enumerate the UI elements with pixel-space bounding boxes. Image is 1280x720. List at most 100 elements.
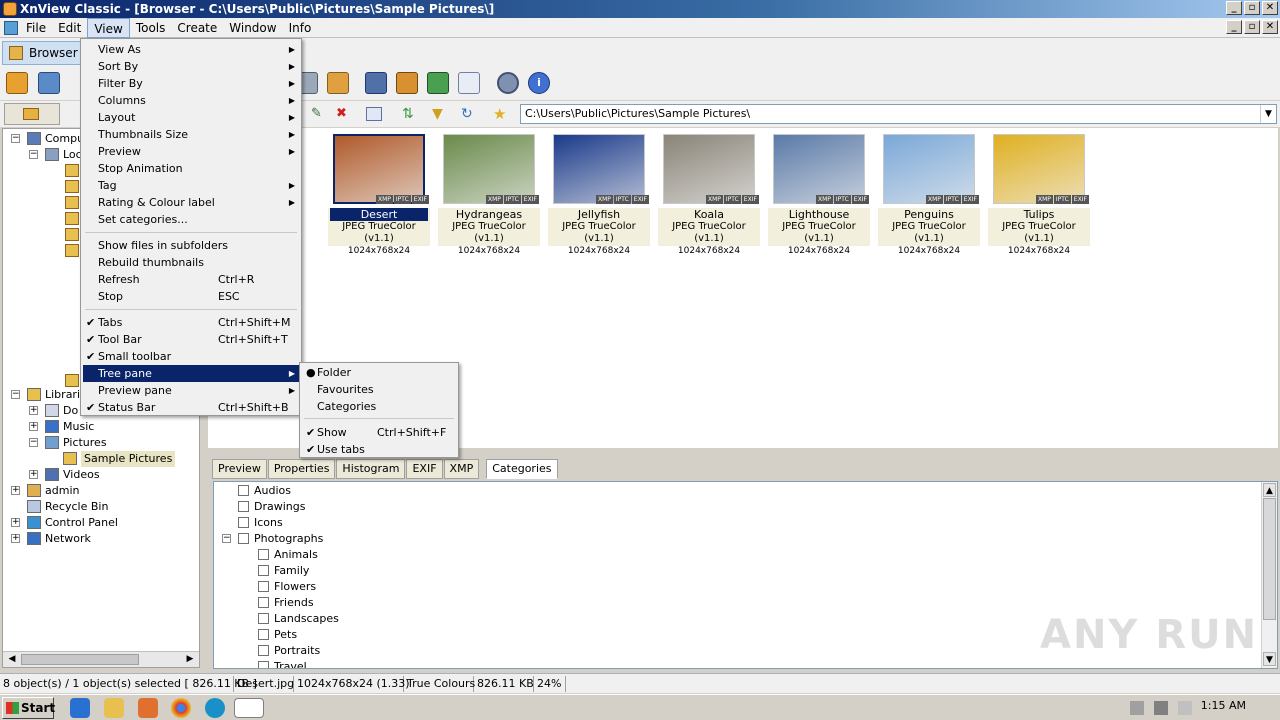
tree-item[interactable]: + Videos [29, 467, 199, 483]
tree-item[interactable]: + Control Panel [11, 515, 199, 531]
category-checkbox[interactable] [238, 517, 249, 528]
submenu-item-folder[interactable]: ● Folder [302, 364, 456, 381]
thumbnail-image[interactable] [993, 134, 1085, 204]
delete-icon[interactable]: ✖ [336, 107, 352, 121]
maximize-button[interactable]: ▫ [1244, 1, 1260, 15]
category-checkbox[interactable] [258, 565, 269, 576]
refresh-icon[interactable]: ↻ [461, 107, 477, 121]
filter-icon[interactable]: ▼ [432, 107, 448, 121]
tree-item[interactable]: + Music [29, 419, 199, 435]
menu-item-set-categories-[interactable]: Set categories... [83, 211, 299, 228]
menu-item-stop-animation[interactable]: Stop Animation [83, 160, 299, 177]
tab-preview[interactable]: Preview [212, 459, 267, 479]
thumbnail-image[interactable] [443, 134, 535, 204]
menu-item-tree-pane[interactable]: Tree pane ▶ [83, 365, 299, 382]
submenu-item-use-tabs[interactable]: ✔ Use tabs [302, 441, 456, 458]
submenu-item-show[interactable]: ✔ Show Ctrl+Shift+F [302, 424, 456, 441]
tree-horizontal-scrollbar[interactable]: ◀ ▶ [3, 651, 199, 667]
thumbnail-image[interactable] [773, 134, 865, 204]
menu-item-refresh[interactable]: Refresh Ctrl+R [83, 271, 299, 288]
expand-icon[interactable]: − [11, 390, 20, 399]
expand-icon[interactable]: + [29, 422, 38, 431]
category-checkbox[interactable] [238, 501, 249, 512]
thumbnail-image[interactable] [663, 134, 755, 204]
view-toolbar-icon[interactable] [38, 72, 60, 94]
expand-icon[interactable]: − [29, 150, 38, 159]
menu-item-sort-by[interactable]: Sort By ▶ [83, 58, 299, 75]
mdi-restore-button[interactable]: ▫ [1244, 20, 1260, 34]
edge-icon[interactable] [205, 698, 225, 718]
mdi-minimize-button[interactable]: _ [1226, 20, 1242, 34]
expand-icon[interactable]: + [11, 534, 20, 543]
browser-toolbar-icon[interactable] [6, 72, 28, 94]
submenu-item-categories[interactable]: Categories [302, 398, 456, 415]
mdi-close-button[interactable]: ✕ [1262, 20, 1278, 34]
category-checkbox[interactable] [238, 485, 249, 496]
scroll-right-icon[interactable]: ▶ [183, 653, 197, 666]
expand-icon[interactable]: + [11, 486, 20, 495]
tab-categories[interactable]: Categories [486, 459, 558, 479]
submenu-item-favourites[interactable]: Favourites [302, 381, 456, 398]
menu-item-stop[interactable]: Stop ESC [83, 288, 299, 305]
category-checkbox[interactable] [258, 645, 269, 656]
scroll-left-icon[interactable]: ◀ [5, 653, 19, 666]
menu-item-preview[interactable]: Preview ▶ [83, 143, 299, 160]
menu-item-rebuild-thumbnails[interactable]: Rebuild thumbnails [83, 254, 299, 271]
menu-window[interactable]: Window [223, 18, 282, 38]
view-mode-icon[interactable] [366, 107, 382, 121]
category-checkbox[interactable] [238, 533, 249, 544]
category-checkbox[interactable] [258, 597, 269, 608]
menu-item-show-files-in-subfolders[interactable]: Show files in subfolders [83, 237, 299, 254]
xnview-taskbar-icon[interactable] [234, 698, 264, 718]
address-bar[interactable]: C:\Users\Public\Pictures\Sample Pictures… [520, 104, 1277, 124]
xnview-app-icon[interactable] [3, 2, 17, 16]
favourites-star-icon[interactable]: ★ [493, 107, 509, 122]
expand-icon[interactable]: + [29, 406, 38, 415]
menu-item-columns[interactable]: Columns ▶ [83, 92, 299, 109]
info-icon[interactable]: i [528, 72, 550, 94]
scroll-thumb[interactable] [21, 654, 139, 665]
menu-view[interactable]: View [87, 18, 130, 38]
menu-tools[interactable]: Tools [130, 18, 172, 38]
volume-icon[interactable] [1130, 701, 1144, 715]
category-checkbox[interactable] [258, 581, 269, 592]
media-player-icon[interactable] [138, 698, 158, 718]
minimize-button[interactable]: _ [1226, 1, 1242, 15]
tab-browser[interactable]: Browser [2, 41, 82, 65]
thumbnail-image[interactable] [553, 134, 645, 204]
scroll-thumb[interactable] [1263, 498, 1276, 620]
menu-item-preview-pane[interactable]: Preview pane ▶ [83, 382, 299, 399]
expand-icon[interactable]: + [29, 470, 38, 479]
contact-sheet-icon[interactable] [458, 72, 480, 94]
internet-explorer-icon[interactable] [70, 698, 90, 718]
menu-item-tag[interactable]: Tag ▶ [83, 177, 299, 194]
tree-item[interactable]: Recycle Bin [11, 499, 199, 515]
slideshow-icon[interactable] [327, 72, 349, 94]
tab-properties[interactable]: Properties [267, 459, 336, 479]
tab-histogram[interactable]: Histogram [336, 459, 406, 479]
menu-item-layout[interactable]: Layout ▶ [83, 109, 299, 126]
tree-item[interactable]: + admin [11, 483, 199, 499]
tree-item[interactable]: Sample Pictures [47, 451, 199, 467]
convert-icon[interactable] [427, 72, 449, 94]
tab-xmp[interactable]: XMP [443, 459, 480, 479]
categories-scrollbar[interactable]: ▲ ▼ [1261, 482, 1277, 668]
scroll-up-icon[interactable]: ▲ [1263, 483, 1276, 497]
expand-icon[interactable]: − [11, 134, 20, 143]
tree-item[interactable]: − Pictures [29, 435, 199, 451]
menu-info[interactable]: Info [283, 18, 318, 38]
flag-tray-icon[interactable] [1178, 701, 1192, 715]
scroll-down-icon[interactable]: ▼ [1263, 652, 1276, 666]
menu-item-status-bar[interactable]: ✔ Status Bar Ctrl+Shift+B [83, 399, 299, 416]
category-checkbox[interactable] [258, 549, 269, 560]
expand-icon[interactable]: − [29, 438, 38, 447]
close-button[interactable]: ✕ [1262, 1, 1278, 15]
menu-item-view-as[interactable]: View As ▶ [83, 41, 299, 58]
folder-button[interactable] [4, 103, 60, 125]
collapse-icon[interactable]: − [222, 534, 231, 543]
category-checkbox[interactable] [258, 661, 269, 668]
network-tray-icon[interactable] [1154, 701, 1168, 715]
menu-item-tabs[interactable]: ✔ Tabs Ctrl+Shift+M [83, 314, 299, 331]
menu-edit[interactable]: Edit [52, 18, 87, 38]
menu-item-thumbnails-size[interactable]: Thumbnails Size ▶ [83, 126, 299, 143]
